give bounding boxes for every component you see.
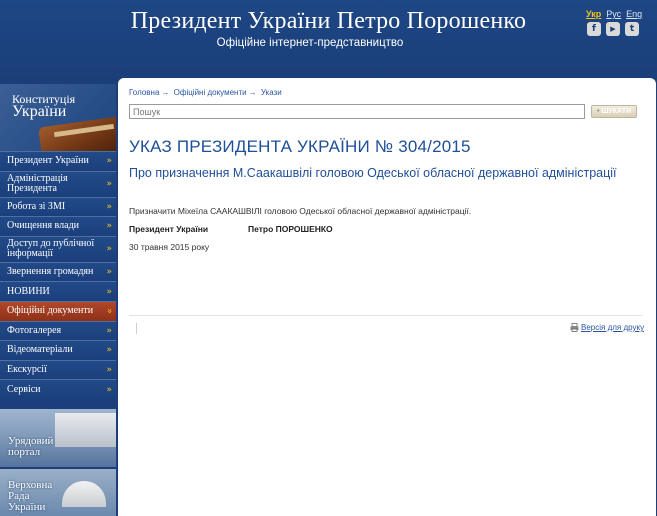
book-image — [38, 116, 116, 152]
sidebar-item-label: Доступ до публічної інформації — [7, 238, 95, 260]
sidebar-item-president[interactable]: Президент України » — [0, 151, 116, 171]
chevron-right-icon: » — [106, 179, 112, 190]
lang-rus[interactable]: Рус — [606, 9, 621, 19]
search-button[interactable]: • ШУКАТИ — [591, 105, 637, 118]
sidebar-item-administration[interactable]: Адміністрація Президента » — [0, 170, 116, 197]
search-input[interactable] — [129, 104, 585, 119]
sidebar-item-label: Відеоматеріали — [7, 344, 73, 356]
chevron-right-icon: » — [106, 156, 112, 167]
breadcrumb-separator: → — [161, 88, 170, 97]
decree-title: УКАЗ ПРЕЗИДЕНТА УКРАЇНИ № 304/2015 — [129, 137, 471, 156]
sidebar-item-services[interactable]: Сервіси » — [0, 379, 116, 399]
divider — [129, 315, 642, 316]
lang-ukr[interactable]: Укр — [586, 9, 601, 19]
divider-tick — [136, 323, 137, 334]
sidebar-item-appeals[interactable]: Звернення громадян » — [0, 261, 116, 282]
chevron-right-icon: » — [106, 267, 112, 278]
constitution-banner[interactable]: Конституція України — [0, 84, 116, 152]
chevron-right-icon: » — [106, 244, 112, 255]
sidebar-item-news[interactable]: НОВИНИ » — [0, 281, 116, 301]
sidebar-item-lustration[interactable]: Очищення влади » — [0, 216, 116, 236]
sidebar-item-official-documents[interactable]: Офіційні документи » — [0, 300, 116, 321]
sidebar: Конституція України Президент України » А… — [0, 84, 116, 516]
promo-line2: портал — [8, 446, 41, 458]
chevron-right-icon: » — [106, 384, 112, 395]
breadcrumb-official-documents[interactable]: Офіційні документи — [174, 88, 247, 97]
promo-line3: України — [8, 501, 46, 513]
sidebar-item-photo-gallery[interactable]: Фотогалерея » — [0, 320, 116, 341]
chevron-down-icon: » — [104, 308, 115, 315]
signature-label: Президент України — [129, 224, 209, 234]
language-switcher: Укр Рус Eng — [586, 9, 647, 19]
sidebar-item-label: Офіційні документи — [7, 305, 94, 317]
sidebar-item-public-info[interactable]: Доступ до публічної інформації » — [0, 235, 116, 262]
sidebar-item-label: НОВИНИ — [7, 285, 50, 297]
lang-eng[interactable]: Eng — [626, 9, 642, 19]
site-subtitle: Офіційне інтернет-представництво — [216, 37, 404, 49]
sidebar-item-video[interactable]: Відеоматеріали » — [0, 340, 116, 360]
chevron-right-icon: » — [106, 201, 112, 212]
chevron-right-icon: » — [106, 221, 112, 232]
chevron-right-icon: » — [106, 365, 112, 376]
main-content: Головна→ Офіційні документи→ Укази • ШУК… — [118, 78, 656, 516]
decree-body: Призначити Міхеїла СААКАШВІЛІ головою Од… — [129, 206, 472, 216]
sidebar-item-excursions[interactable]: Екскурсії » — [0, 359, 116, 380]
sidebar-item-label: Робота зі ЗМІ — [7, 200, 66, 212]
chevron-right-icon: » — [106, 345, 112, 356]
printer-icon — [570, 323, 579, 332]
print-version-label: Версія для друку — [581, 323, 645, 332]
sidebar-item-label: Президент України — [7, 155, 89, 167]
sidebar-menu: Президент України » Адміністрація Президе… — [0, 151, 116, 399]
building-image — [55, 413, 116, 447]
site-header: Президент України Петро Порошенко Офіцій… — [0, 0, 657, 82]
breadcrumb-decrees[interactable]: Укази — [261, 88, 282, 97]
youtube-icon[interactable]: ▶ — [606, 22, 620, 36]
breadcrumb-separator: → — [248, 88, 257, 97]
social-links: f ▶ t — [587, 22, 639, 36]
sidebar-item-label: Фотогалерея — [7, 324, 62, 336]
decree-date: 30 травня 2015 року — [129, 242, 210, 252]
sidebar-item-label: Екскурсії — [7, 364, 47, 376]
constitution-line2: України — [12, 103, 67, 120]
search-button-label: ШУКАТИ — [601, 108, 632, 115]
site-title[interactable]: Президент України Петро Порошенко — [0, 8, 657, 35]
dome-image — [62, 481, 106, 507]
decree-subtitle: Про призначення М.Саакашвілі головою Оде… — [129, 166, 617, 180]
twitter-icon[interactable]: t — [625, 22, 639, 36]
breadcrumb-home[interactable]: Головна — [129, 88, 159, 97]
verkhovna-rada-banner[interactable]: Верховна Рада України — [0, 469, 116, 516]
signature-name: Петро ПОРОШЕНКО — [248, 224, 333, 234]
chevron-right-icon: » — [106, 286, 112, 297]
sidebar-item-label: Адміністрація Президента — [7, 173, 68, 195]
print-version-link[interactable]: Версія для друку — [570, 323, 644, 332]
sidebar-item-label: Очищення влади — [7, 220, 80, 232]
government-portal-banner[interactable]: Урядовий портал — [0, 409, 116, 467]
facebook-icon[interactable]: f — [587, 22, 601, 36]
breadcrumb: Головна → Офіційні документи → Укази — [129, 88, 284, 97]
sidebar-item-label: Звернення громадян — [7, 266, 94, 278]
sidebar-item-label: Сервіси — [7, 383, 41, 395]
sidebar-item-media[interactable]: Робота зі ЗМІ » — [0, 196, 116, 217]
chevron-right-icon: » — [106, 325, 112, 336]
